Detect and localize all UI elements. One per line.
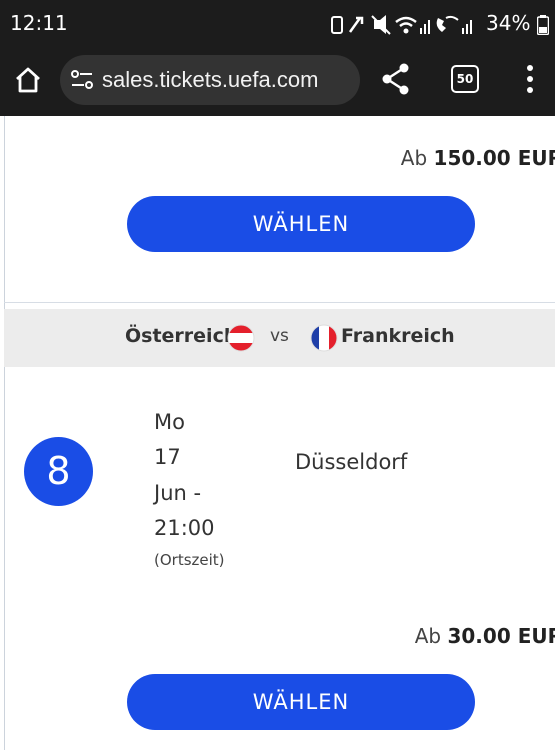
austria-flag-icon xyxy=(227,324,255,352)
price-value: 150.00 EUR xyxy=(433,146,555,170)
select-button[interactable]: WÄHLEN xyxy=(127,196,475,252)
match-number-badge: 8 xyxy=(24,437,93,506)
away-team: Frankreich xyxy=(341,325,455,347)
address-bar[interactable]: sales.tickets.uefa.com xyxy=(60,55,360,105)
match-day: Mo xyxy=(154,410,185,434)
timezone-note: (Ortszeit) xyxy=(154,551,225,569)
select-button[interactable]: WÄHLEN xyxy=(127,674,475,730)
site-settings-icon[interactable] xyxy=(70,69,94,91)
home-icon[interactable] xyxy=(12,64,44,96)
home-team: Österreich xyxy=(125,325,238,347)
price-label: Ab 30.00 EUR xyxy=(415,624,555,648)
ticket-list: Ab 150.00 EUR WÄHLEN Österreich vs Frank… xyxy=(0,116,555,750)
status-time: 12:11 xyxy=(10,11,68,35)
share-icon[interactable] xyxy=(380,62,412,96)
battery-percent: 34% xyxy=(486,11,531,35)
browser-toolbar: sales.tickets.uefa.com 50 xyxy=(0,50,555,116)
battery-icon xyxy=(537,15,549,35)
card-border xyxy=(4,116,5,750)
france-flag-icon xyxy=(310,324,338,352)
url-text: sales.tickets.uefa.com xyxy=(102,67,319,92)
price-label: Ab 150.00 EUR xyxy=(401,146,555,170)
price-prefix: Ab xyxy=(414,624,442,648)
match-month: Jun - xyxy=(154,481,202,505)
status-icons xyxy=(331,15,472,35)
match-date: 17 xyxy=(154,445,181,469)
more-menu-icon[interactable] xyxy=(520,62,540,96)
match-time: 21:00 xyxy=(154,516,215,540)
status-bar: 12:11 34% xyxy=(0,0,555,50)
divider xyxy=(4,302,555,303)
match-header: Österreich vs Frankreich xyxy=(4,309,555,367)
tab-switcher-button[interactable]: 50 xyxy=(451,65,479,93)
price-value: 30.00 EUR xyxy=(447,624,555,648)
match-venue: Düsseldorf xyxy=(295,450,408,474)
versus-label: vs xyxy=(270,326,289,346)
price-prefix: Ab xyxy=(400,146,428,170)
